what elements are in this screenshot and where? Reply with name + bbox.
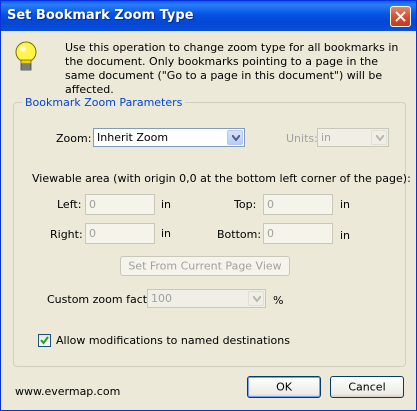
custom-zoom-value: 100 [151,292,172,305]
custom-zoom-select[interactable]: 100 [147,289,266,308]
close-icon [395,11,406,22]
units-label: Units: [286,132,318,145]
close-button[interactable] [390,6,411,27]
dialog-window: Set Bookmark Zoom Type Use this operatio… [0,0,417,411]
top-unit-label: in [340,198,351,211]
evermap-link[interactable]: www.evermap.com [15,385,120,398]
units-select-value: in [321,131,332,144]
zoom-label: Zoom: [56,132,92,145]
ok-button-label: OK [276,380,292,394]
cancel-button-label: Cancel [348,380,386,394]
title-bar[interactable]: Set Bookmark Zoom Type [1,1,416,31]
top-field-value: 0 [267,198,274,211]
zoom-select[interactable]: Inherit Zoom [93,128,245,147]
checkmark-icon [40,336,49,345]
ok-button[interactable]: OK [247,376,321,398]
right-label: Right: [50,228,83,241]
top-label: Top: [234,198,257,211]
right-field[interactable]: 0 [85,223,155,244]
bottom-unit-label: in [340,229,351,242]
left-unit-label: in [161,198,172,211]
lightbulb-icon [15,41,37,71]
allow-modifications-label[interactable]: Allow modifications to named destination… [56,334,290,347]
left-field-value: 0 [89,198,96,211]
bottom-field[interactable]: 0 [263,223,333,244]
bottom-label: Bottom: [217,228,262,241]
set-from-current-page-view-button[interactable]: Set From Current Page View [120,256,290,276]
chevron-down-icon[interactable] [248,291,264,306]
percent-label: % [273,294,284,307]
chevron-down-icon[interactable] [227,130,243,145]
group-title: Bookmark Zoom Parameters [22,96,186,109]
window-title: Set Bookmark Zoom Type [7,8,194,23]
viewable-area-label: Viewable area (with origin 0,0 at the bo… [32,172,411,185]
set-from-current-page-view-label: Set From Current Page View [128,259,282,273]
intro-text: Use this operation to change zoom type f… [65,41,399,96]
allow-modifications-checkbox[interactable] [38,334,51,347]
left-label: Left: [57,198,82,211]
right-field-value: 0 [89,227,96,240]
cancel-button[interactable]: Cancel [330,376,404,398]
custom-zoom-label: Custom zoom factor: [47,293,162,306]
top-field[interactable]: 0 [263,194,333,215]
left-field[interactable]: 0 [85,194,155,215]
chevron-down-icon[interactable] [371,130,387,145]
units-select[interactable]: in [317,128,389,147]
zoom-select-value: Inherit Zoom [97,131,169,144]
bottom-field-value: 0 [267,227,274,240]
right-unit-label: in [161,227,172,240]
